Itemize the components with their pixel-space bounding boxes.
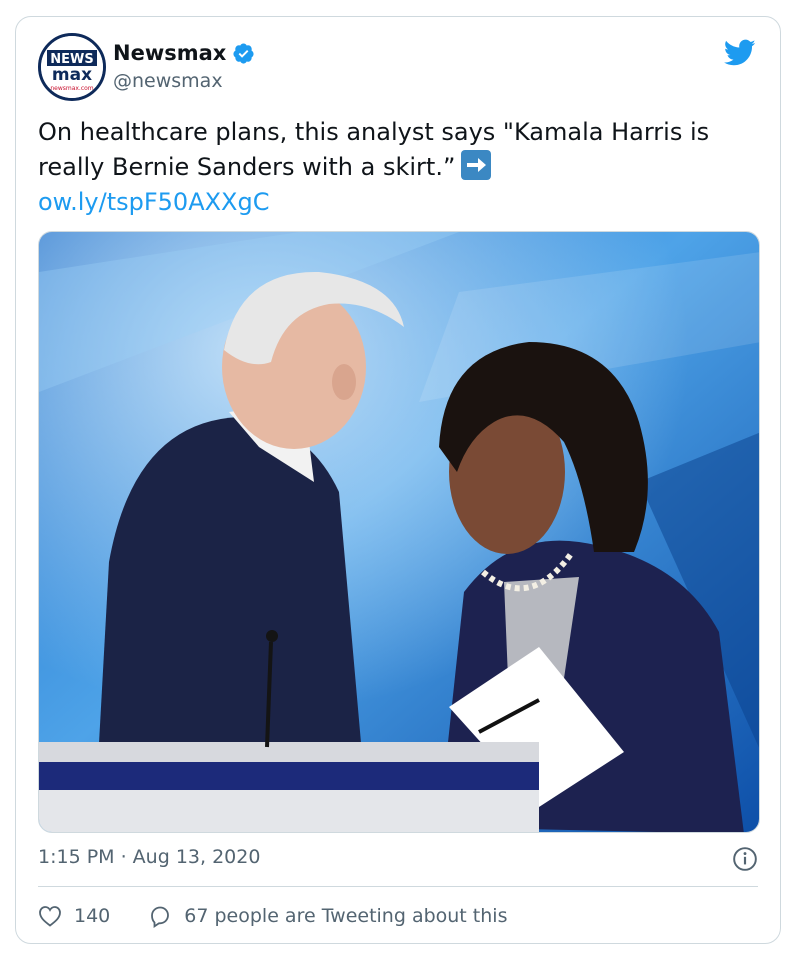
verified-badge-icon [233, 42, 254, 64]
tweet-link[interactable]: ow.ly/tspF50AXXgC [38, 188, 269, 216]
divider [38, 886, 758, 887]
like-count: 140 [74, 905, 111, 927]
info-icon[interactable] [732, 846, 758, 872]
tweet-text: On healthcare plans, this analyst says "… [38, 115, 768, 220]
handle[interactable]: @newsmax [113, 70, 223, 92]
action-bar: 140 67 people are Tweeting about this [38, 901, 507, 931]
photo-illustration [39, 232, 759, 832]
right-arrow-emoji-icon [461, 150, 492, 180]
tweeting-link[interactable]: 67 people are Tweeting about this [148, 904, 507, 928]
tweet-card[interactable]: NEWS max newsmax.com Newsmax @newsmax On… [15, 16, 781, 944]
tweet-body: On healthcare plans, this analyst says "… [38, 118, 710, 181]
svg-text:max: max [52, 65, 92, 85]
twitter-bird-icon[interactable] [724, 39, 756, 67]
speech-bubble-icon [151, 906, 170, 928]
tweet-photo[interactable] [38, 231, 760, 833]
display-name[interactable]: Newsmax [113, 41, 255, 65]
like-button[interactable]: 140 [38, 905, 110, 927]
timestamp[interactable]: 1:15 PM · Aug 13, 2020 [38, 846, 260, 868]
svg-text:newsmax.com: newsmax.com [50, 85, 93, 92]
heart-icon [39, 906, 61, 927]
display-name-text[interactable]: Newsmax [113, 41, 226, 65]
tweeting-text: 67 people are Tweeting about this [184, 905, 508, 927]
avatar[interactable]: NEWS max newsmax.com [38, 33, 106, 101]
